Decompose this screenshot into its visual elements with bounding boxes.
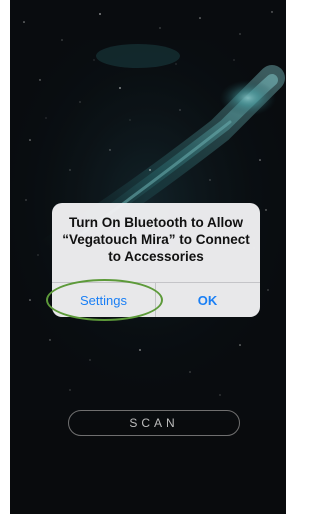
phone-frame: Turn On Bluetooth to Allow “Vegatouch Mi… xyxy=(0,0,289,514)
ok-button[interactable]: OK xyxy=(156,283,259,317)
bluetooth-alert-dialog: Turn On Bluetooth to Allow “Vegatouch Mi… xyxy=(52,203,260,317)
settings-button[interactable]: Settings xyxy=(52,283,155,317)
alert-title: Turn On Bluetooth to Allow “Vegatouch Mi… xyxy=(62,215,250,264)
scan-button[interactable]: SCAN xyxy=(68,410,240,436)
app-screen: Turn On Bluetooth to Allow “Vegatouch Mi… xyxy=(10,0,286,514)
